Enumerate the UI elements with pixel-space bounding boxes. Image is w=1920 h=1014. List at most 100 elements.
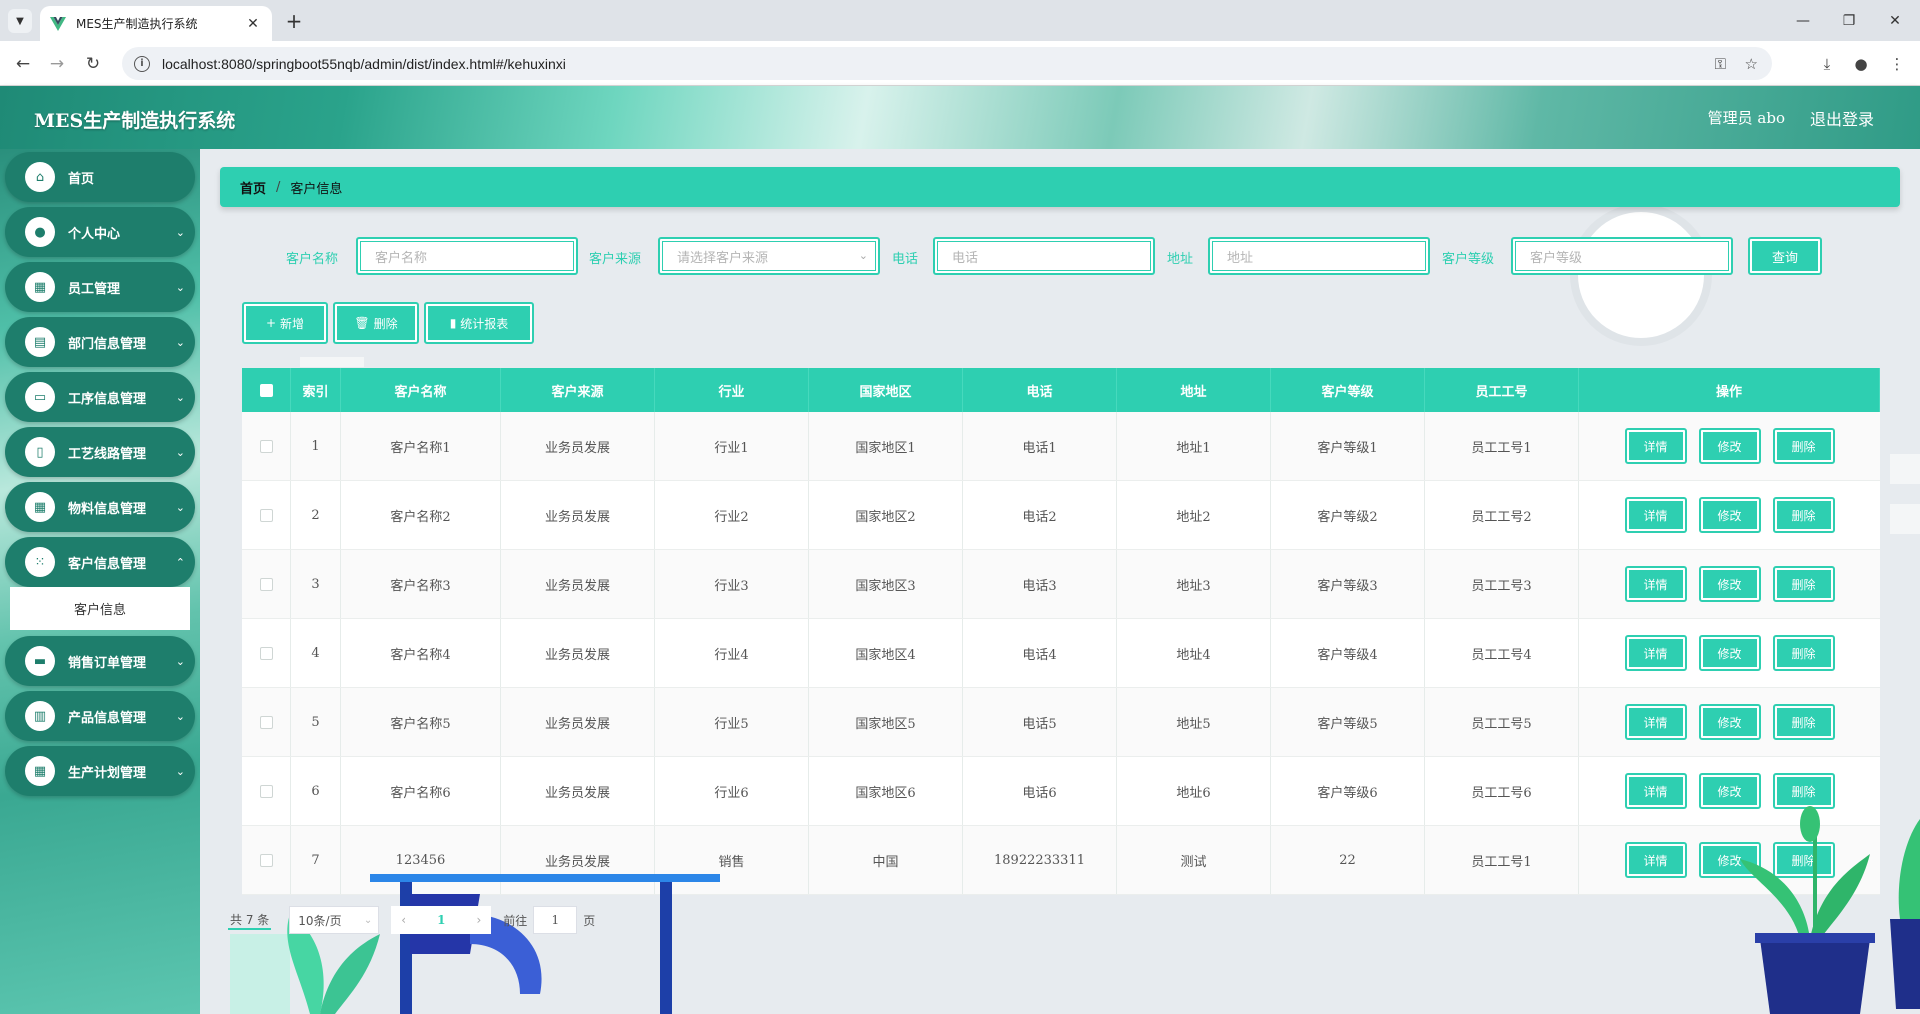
- cell-index: 6: [291, 757, 341, 825]
- sidebar: ⌂ 首页 ● 个人中心 ⌄ ▦ 员工管理 ⌄ ▤ 部门信息管理 ⌄ ▭ 工序信息…: [0, 149, 200, 1014]
- sidebar-item-customer[interactable]: ⁙ 客户信息管理 ⌃: [5, 537, 195, 587]
- profile-icon[interactable]: ●: [1846, 49, 1876, 79]
- query-button[interactable]: 查询: [1748, 237, 1822, 275]
- detail-button[interactable]: 详情: [1624, 566, 1687, 602]
- edit-button[interactable]: 修改: [1698, 566, 1761, 602]
- customer-source-select[interactable]: 请选择客户来源 ⌄: [658, 237, 880, 275]
- detail-button-label: 详情: [1628, 570, 1683, 598]
- detail-button[interactable]: 详情: [1624, 635, 1687, 671]
- statistics-report-button[interactable]: ▮ 统计报表: [424, 302, 534, 344]
- phone-input[interactable]: 电话: [933, 237, 1155, 275]
- home-icon: ⌂: [25, 162, 55, 192]
- back-icon[interactable]: ←: [8, 49, 38, 79]
- plants-illustration: [1740, 806, 1920, 1014]
- breadcrumb-home[interactable]: 首页: [240, 178, 266, 197]
- detail-button[interactable]: 详情: [1624, 428, 1687, 464]
- minimize-icon[interactable]: —: [1780, 0, 1826, 41]
- row-delete-button[interactable]: 删除: [1772, 566, 1835, 602]
- logout-link[interactable]: 退出登录: [1810, 106, 1874, 130]
- sidebar-item-route[interactable]: ▯ 工艺线路管理 ⌄: [5, 427, 195, 477]
- sidebar-item-department[interactable]: ▤ 部门信息管理 ⌄: [5, 317, 195, 367]
- edit-button[interactable]: 修改: [1698, 635, 1761, 671]
- row-checkbox[interactable]: [259, 853, 273, 867]
- row-checkbox[interactable]: [259, 508, 273, 522]
- cell-level: 客户等级2: [1271, 481, 1425, 549]
- cell-index: 2: [291, 481, 341, 549]
- row-delete-button[interactable]: 删除: [1772, 704, 1835, 740]
- pagination: 共 7 条 10条/页 ⌄ ‹ 1 › 前往 1 页: [228, 906, 595, 934]
- close-window-icon[interactable]: ✕: [1872, 0, 1918, 41]
- prev-page-icon[interactable]: ‹: [401, 913, 406, 927]
- delete-button[interactable]: 🗑 删除: [333, 302, 419, 344]
- address-input[interactable]: 地址: [1208, 237, 1430, 275]
- reload-icon[interactable]: ↻: [78, 49, 108, 79]
- edit-button[interactable]: 修改: [1698, 428, 1761, 464]
- next-page-icon[interactable]: ›: [476, 913, 481, 927]
- cell-address: 地址1: [1117, 412, 1271, 480]
- cell-name: 客户名称4: [341, 619, 501, 687]
- row-checkbox[interactable]: [259, 439, 273, 453]
- site-info-icon[interactable]: i: [134, 55, 150, 72]
- customer-source-placeholder: 请选择客户来源: [662, 241, 876, 271]
- breadcrumb-separator: /: [276, 179, 281, 195]
- row-checkbox[interactable]: [259, 715, 273, 729]
- sidebar-item-staff[interactable]: ▦ 员工管理 ⌄: [5, 262, 195, 312]
- select-all-checkbox[interactable]: [259, 383, 273, 397]
- close-tab-icon[interactable]: ✕: [244, 15, 262, 33]
- sidebar-item-sales-order[interactable]: ▬ 销售订单管理 ⌄: [5, 636, 195, 686]
- background-decoration: [1890, 504, 1920, 534]
- chevron-down-icon: ⌄: [363, 914, 373, 926]
- row-delete-button[interactable]: 删除: [1772, 635, 1835, 671]
- edit-button-label: 修改: [1702, 570, 1757, 598]
- sidebar-item-profile[interactable]: ● 个人中心 ⌄: [5, 207, 195, 257]
- grid-icon: ▦: [25, 756, 55, 786]
- cell-region: 国家地区4: [809, 619, 963, 687]
- sidebar-item-process[interactable]: ▭ 工序信息管理 ⌄: [5, 372, 195, 422]
- goto-page-input[interactable]: 1: [533, 906, 578, 934]
- url-field[interactable]: i localhost:8080/springboot55nqb/admin/d…: [122, 47, 1772, 80]
- background-decoration: [1890, 454, 1920, 484]
- delete-button-label: 删除: [373, 316, 398, 331]
- row-checkbox[interactable]: [259, 646, 273, 660]
- edit-button[interactable]: 修改: [1698, 497, 1761, 533]
- detail-button[interactable]: 详情: [1624, 704, 1687, 740]
- sidebar-subitem-customer-info[interactable]: 客户信息: [10, 587, 190, 630]
- row-select-cell: [242, 757, 291, 825]
- report-button-content: ▮ 统计报表: [428, 306, 530, 340]
- new-tab-button[interactable]: +: [282, 9, 306, 33]
- sidebar-item-label: 产品信息管理: [68, 710, 147, 726]
- current-page[interactable]: 1: [437, 913, 445, 927]
- cell-phone: 电话2: [963, 481, 1117, 549]
- page-size-select[interactable]: 10条/页 ⌄: [289, 906, 380, 934]
- password-key-icon[interactable]: ⚿: [1715, 47, 1726, 80]
- sidebar-item-product[interactable]: ▥ 产品信息管理 ⌄: [5, 691, 195, 741]
- main-content: 首页 / 客户信息 客户名称 客户名称 客户来源 请选择客户来源 ⌄ 电话 电话…: [200, 149, 1920, 1014]
- detail-button[interactable]: 详情: [1624, 497, 1687, 533]
- sidebar-item-home[interactable]: ⌂ 首页: [5, 152, 195, 202]
- sidebar-item-material[interactable]: ▦ 物料信息管理 ⌄: [5, 482, 195, 532]
- row-checkbox[interactable]: [259, 577, 273, 591]
- tab-search-button[interactable]: ▼: [8, 9, 32, 33]
- add-button[interactable]: + 新增: [242, 302, 328, 344]
- more-menu-icon[interactable]: ⋮: [1882, 49, 1912, 79]
- row-delete-button[interactable]: 删除: [1772, 428, 1835, 464]
- bookmark-star-icon[interactable]: ☆: [1745, 47, 1758, 80]
- url-text: localhost:8080/springboot55nqb/admin/dis…: [162, 55, 566, 72]
- cell-staff: 员工工号4: [1425, 619, 1579, 687]
- detail-button-label: 详情: [1628, 501, 1683, 529]
- trash-icon: 🗑: [354, 316, 370, 330]
- cell-staff: 员工工号1: [1425, 412, 1579, 480]
- row-checkbox[interactable]: [259, 784, 273, 798]
- download-icon[interactable]: ⤓: [1812, 49, 1842, 79]
- cell-source: 业务员发展: [501, 550, 655, 618]
- browser-tab[interactable]: MES生产制造执行系统 ✕: [40, 6, 272, 41]
- forward-icon[interactable]: →: [42, 49, 72, 79]
- customer-level-input[interactable]: 客户等级: [1511, 237, 1733, 275]
- cell-address: 地址6: [1117, 757, 1271, 825]
- sidebar-item-production-plan[interactable]: ▦ 生产计划管理 ⌄: [5, 746, 195, 796]
- edit-button[interactable]: 修改: [1698, 704, 1761, 740]
- customer-name-input[interactable]: 客户名称: [356, 237, 578, 275]
- restore-icon[interactable]: ❐: [1826, 0, 1872, 41]
- row-delete-button[interactable]: 删除: [1772, 497, 1835, 533]
- query-button-label: 查询: [1752, 241, 1818, 271]
